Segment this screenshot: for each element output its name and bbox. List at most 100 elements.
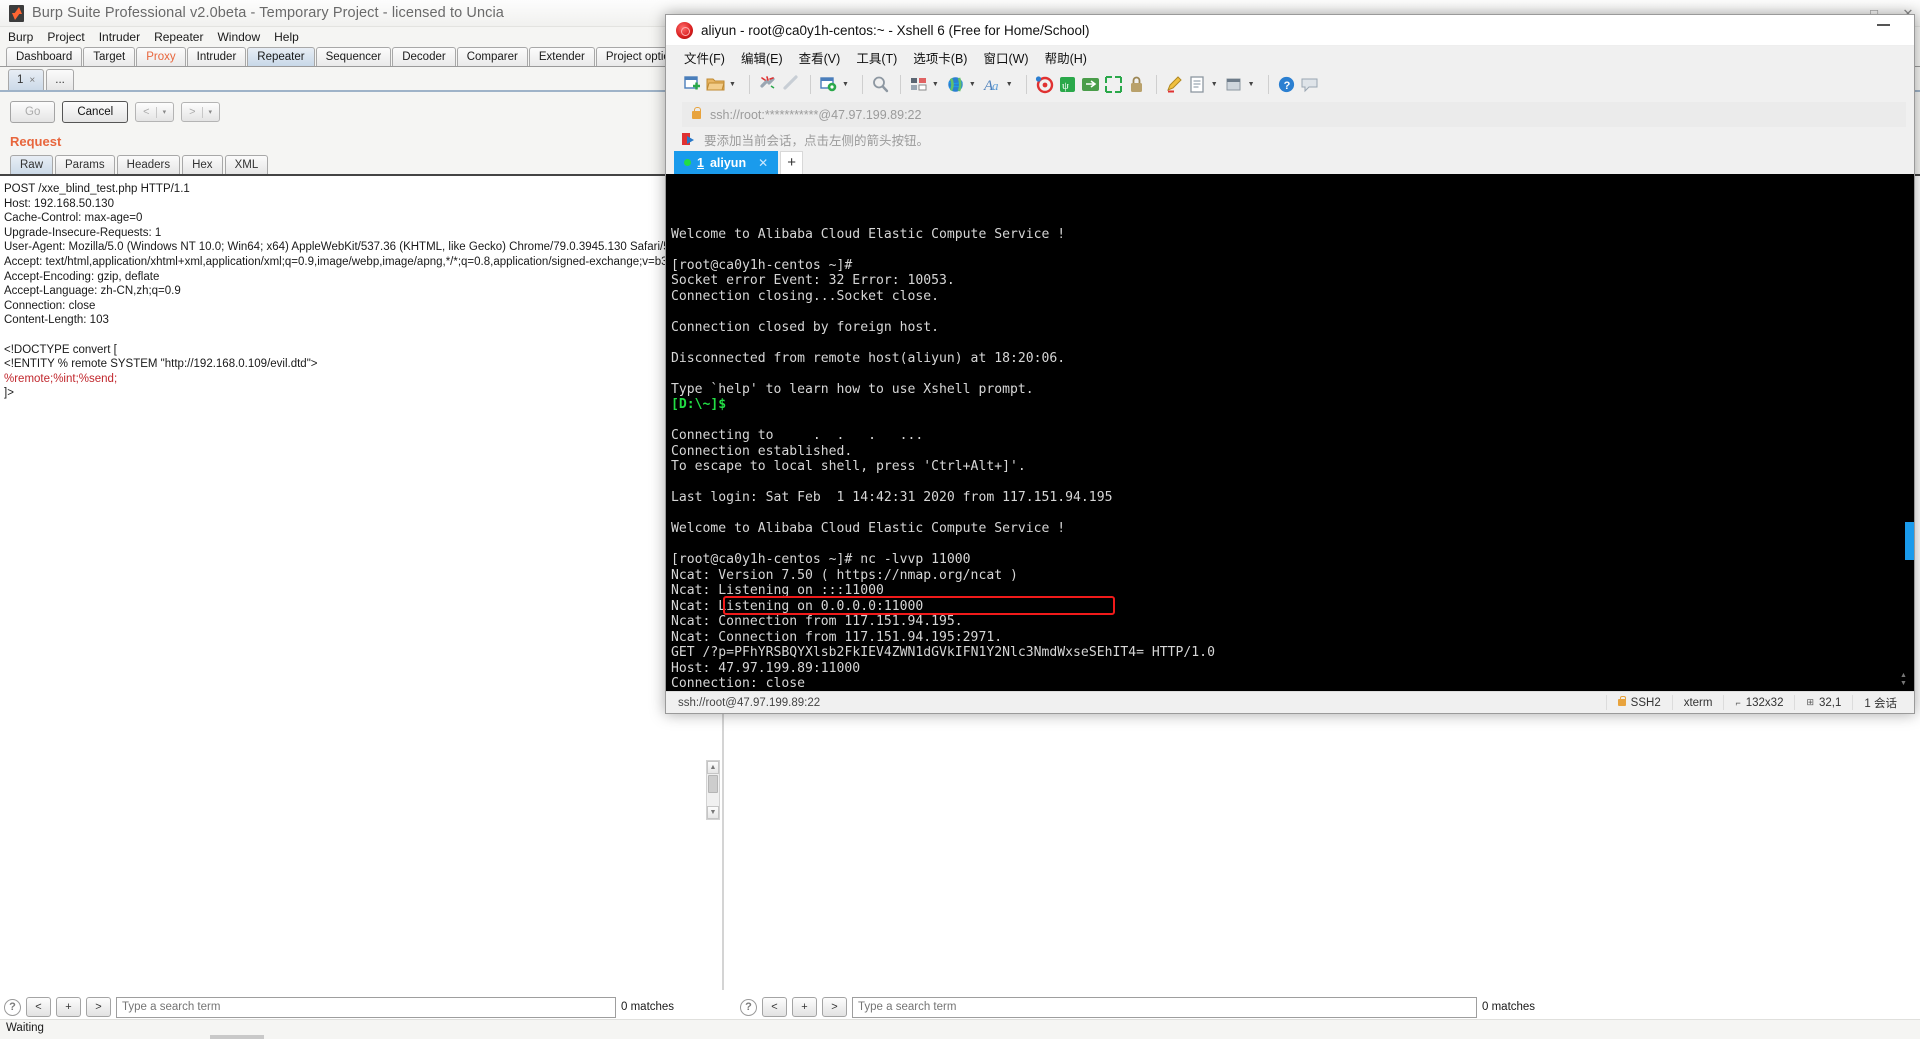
xshell-menu-help[interactable]: 帮助(H) (1045, 48, 1087, 67)
session-tab-aliyun[interactable]: 1 aliyun ✕ (674, 151, 779, 174)
log-icon[interactable]: ψ (1057, 74, 1078, 95)
menu-project[interactable]: Project (47, 30, 84, 44)
request-editor-scrollbar[interactable]: ▲ ▼ (706, 760, 720, 820)
search-prev-button[interactable]: < (762, 997, 787, 1017)
status-protocol: SSH2 (1605, 695, 1672, 710)
xshell-menu-file[interactable]: 文件(F) (684, 48, 725, 67)
menu-help[interactable]: Help (274, 30, 299, 44)
tab-intruder[interactable]: Intruder (186, 47, 247, 66)
help-icon[interactable]: ? (740, 998, 757, 1016)
new-session-icon[interactable] (682, 74, 703, 95)
message-tab-raw[interactable]: Raw (10, 155, 54, 174)
search-prev-button[interactable]: < (26, 997, 51, 1017)
scroll-up-arrow-icon[interactable]: ▲ (1900, 672, 1911, 679)
back-dropdown-icon[interactable]: ▾ (163, 108, 167, 116)
search-next-button[interactable]: > (86, 997, 111, 1017)
sftp-icon[interactable] (1080, 74, 1101, 95)
terminal-scrollbar[interactable] (1905, 174, 1914, 691)
help-icon[interactable]: ? (4, 998, 21, 1016)
search-next-button[interactable]: > (822, 997, 847, 1017)
search-add-button[interactable]: + (56, 997, 81, 1017)
xshell-minimize-icon[interactable] (1877, 24, 1890, 26)
forward-button[interactable]: > ▾ (181, 102, 221, 122)
search-input[interactable] (852, 996, 1477, 1018)
highlight-icon[interactable] (1164, 74, 1185, 95)
session-tab-close-icon[interactable]: ✕ (758, 156, 768, 170)
disconnect-icon[interactable] (757, 74, 778, 95)
tab-sequencer[interactable]: Sequencer (315, 47, 392, 66)
color-scheme-dropdown-icon[interactable]: ▼ (1248, 81, 1255, 88)
properties-icon[interactable] (1187, 74, 1208, 95)
new-tab-button[interactable]: + (780, 151, 804, 174)
repeater-tab-more[interactable]: ... (46, 69, 74, 90)
terminal-scrollbar-thumb[interactable] (1905, 522, 1914, 560)
open-session-icon[interactable] (705, 74, 726, 95)
xshell-address-bar[interactable]: ssh://root:***********@47.97.199.89:22 (682, 102, 1906, 127)
scroll-down-arrow-icon[interactable]: ▼ (1900, 680, 1911, 687)
tab-extender[interactable]: Extender (528, 47, 595, 66)
tab-dashboard[interactable]: Dashboard (6, 47, 83, 66)
terminal-line: Connection closing...Socket close. (671, 288, 940, 304)
repeater-tab-1-close-icon[interactable]: × (29, 75, 35, 86)
menu-burp[interactable]: Burp (8, 30, 33, 44)
search-input[interactable] (116, 996, 616, 1018)
cancel-button[interactable]: Cancel (62, 101, 129, 123)
fullscreen-icon[interactable] (1103, 74, 1124, 95)
globe-dropdown-icon[interactable]: ▼ (969, 81, 976, 88)
xshell-window: aliyun - root@ca0y1h-centos:~ - Xshell 6… (665, 14, 1915, 714)
menu-repeater[interactable]: Repeater (154, 30, 203, 44)
scrollbar-thumb[interactable] (708, 775, 718, 793)
color-scheme-icon[interactable] (1224, 74, 1245, 95)
back-button[interactable]: < ▾ (135, 102, 175, 122)
back-chevron-icon: < (143, 106, 150, 118)
open-session-dropdown-icon[interactable]: ▼ (729, 81, 736, 88)
scroll-up-arrow-icon[interactable]: ▲ (707, 761, 719, 774)
font-icon[interactable]: Aa (982, 74, 1003, 95)
session-properties-dropdown-icon[interactable]: ▼ (842, 81, 849, 88)
layout-dropdown-icon[interactable]: ▼ (932, 81, 939, 88)
tab-repeater[interactable]: Repeater (247, 47, 315, 66)
tab-decoder[interactable]: Decoder (392, 47, 456, 66)
repeater-tab-1[interactable]: 1 × (8, 69, 45, 90)
menu-intruder[interactable]: Intruder (99, 30, 140, 44)
cursor-icon: ⊞ (1806, 697, 1815, 707)
terminal-line: To escape to local shell, press 'Ctrl+Al… (671, 459, 1026, 474)
message-tab-hex[interactable]: Hex (182, 155, 223, 174)
globe-icon[interactable] (945, 74, 966, 95)
session-properties-icon[interactable] (818, 74, 839, 95)
burp-logo-icon (9, 4, 24, 22)
lock-screen-icon[interactable] (1126, 74, 1147, 95)
terminal-output[interactable]: Welcome to Alibaba Cloud Elastic Compute… (666, 174, 1914, 691)
scroll-down-arrow-icon[interactable]: ▼ (707, 806, 719, 819)
layout-icon[interactable] (908, 74, 929, 95)
search-add-button[interactable]: + (792, 997, 817, 1017)
xshell-menu-tabs[interactable]: 选项卡(B) (913, 48, 967, 67)
xshell-menu-edit[interactable]: 编辑(E) (741, 48, 783, 67)
font-dropdown-icon[interactable]: ▼ (1006, 81, 1013, 88)
forward-dropdown-icon[interactable]: ▾ (209, 108, 213, 116)
comment-icon[interactable] (1299, 74, 1320, 95)
xshell-menu-window[interactable]: 窗口(W) (983, 48, 1028, 67)
help-icon[interactable]: ? (1276, 74, 1297, 95)
message-tab-xml[interactable]: XML (224, 155, 269, 174)
tab-proxy[interactable]: Proxy (136, 47, 186, 66)
find-icon[interactable] (870, 74, 891, 95)
tab-comparer[interactable]: Comparer (456, 47, 528, 66)
record-icon[interactable] (1034, 74, 1055, 95)
message-tab-headers[interactable]: Headers (116, 155, 181, 174)
toolbar-divider (899, 75, 901, 94)
properties-dropdown-icon[interactable]: ▼ (1211, 81, 1218, 88)
xshell-menu-tools[interactable]: 工具(T) (856, 48, 897, 67)
tab-target[interactable]: Target (83, 47, 136, 66)
menu-window[interactable]: Window (217, 30, 260, 44)
reconnect-icon[interactable] (780, 74, 801, 95)
terminal-scroll-arrows[interactable]: ▲ ▼ (1900, 672, 1911, 687)
xshell-menu-view[interactable]: 查看(V) (799, 48, 841, 67)
message-tab-params[interactable]: Params (55, 155, 115, 174)
svg-text:a: a (992, 78, 999, 93)
go-button[interactable]: Go (10, 101, 56, 123)
status-terminal-size-label: 132x32 (1745, 696, 1784, 709)
